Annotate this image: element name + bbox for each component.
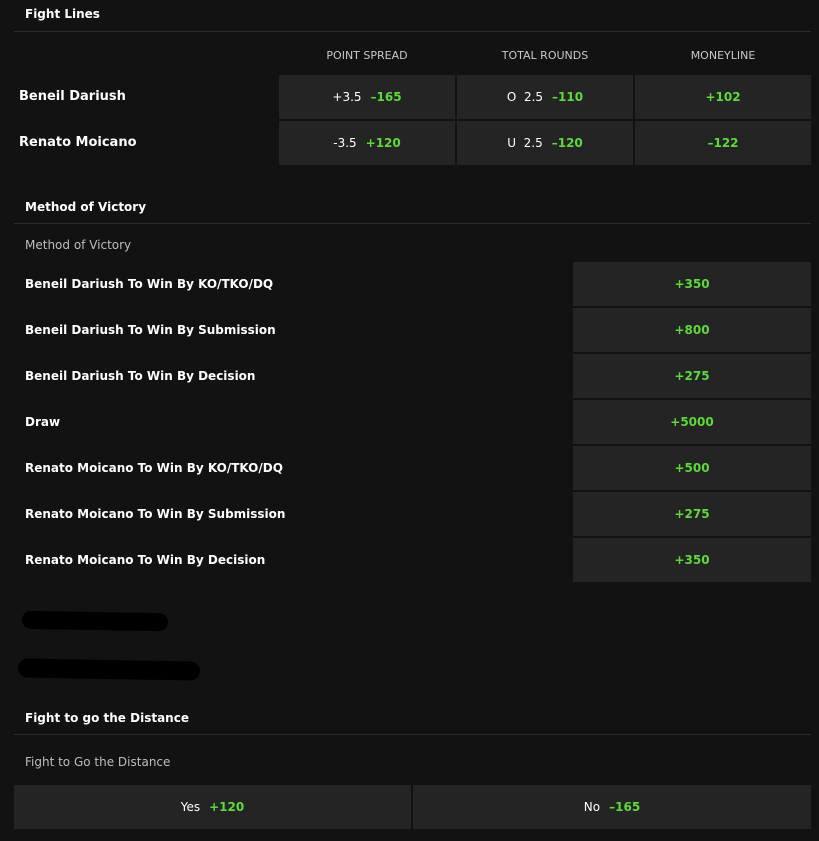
fight-lines-divider <box>14 31 811 32</box>
method-of-victory-divider <box>14 223 811 224</box>
mov-label-5: Renato Moicano To Win By KO/TKO/DQ <box>25 461 283 475</box>
moneyline-odds: –122 <box>707 136 739 150</box>
mov-odds-button-1[interactable]: +350 <box>573 262 811 306</box>
distance-option-label: Yes <box>180 800 201 814</box>
moneyline-button-row-2[interactable]: –122 <box>635 121 811 165</box>
mov-odds-button-7[interactable]: +350 <box>573 538 811 582</box>
fighter-name-row-2: Renato Moicano <box>19 135 137 150</box>
point-spread-button-row-2[interactable]: -3.5 +120 <box>279 121 455 165</box>
mov-odds-button-5[interactable]: +500 <box>573 446 811 490</box>
total-rounds-button-row-1[interactable]: O 2.5 –110 <box>457 75 633 119</box>
total-rounds-button-row-2[interactable]: U 2.5 –120 <box>457 121 633 165</box>
mov-odds: +275 <box>674 507 710 521</box>
mov-odds-button-6[interactable]: +275 <box>573 492 811 536</box>
column-header-moneyline: MONEYLINE <box>690 49 756 62</box>
total-odds: –110 <box>552 90 584 104</box>
method-of-victory-subtitle: Method of Victory <box>25 238 132 252</box>
method-of-victory-title: Method of Victory <box>25 200 147 214</box>
total-odds: –120 <box>551 136 583 150</box>
distance-no-button[interactable]: No –165 <box>413 785 811 829</box>
mov-odds: +275 <box>674 369 710 383</box>
mov-odds-button-2[interactable]: +800 <box>573 308 811 352</box>
distance-option-odds: –165 <box>609 800 641 814</box>
mov-label-1: Beneil Dariush To Win By KO/TKO/DQ <box>25 277 274 291</box>
mov-label-7: Renato Moicano To Win By Decision <box>25 553 266 567</box>
point-spread-button-row-1[interactable]: +3.5 –165 <box>279 75 455 119</box>
mov-odds: +350 <box>674 277 710 291</box>
mov-odds-button-3[interactable]: +275 <box>573 354 811 398</box>
column-header-point-spread: POINT SPREAD <box>326 49 408 62</box>
distance-divider <box>14 734 811 735</box>
spread-odds: –165 <box>370 90 402 104</box>
mov-label-3: Beneil Dariush To Win By Decision <box>25 369 256 383</box>
mov-odds-button-4[interactable]: +5000 <box>573 400 811 444</box>
mov-odds: +350 <box>674 553 710 567</box>
mov-odds: +5000 <box>670 415 714 429</box>
redaction-mark-2 <box>17 658 201 681</box>
mov-odds: +800 <box>674 323 710 337</box>
total-line: O 2.5 <box>506 90 544 104</box>
spread-line: +3.5 <box>332 90 362 104</box>
redaction-mark-1 <box>21 610 169 632</box>
fight-lines-title: Fight Lines <box>25 7 100 21</box>
distance-title: Fight to go the Distance <box>25 711 189 725</box>
total-line: U 2.5 <box>507 136 543 150</box>
spread-odds: +120 <box>365 136 401 150</box>
distance-option-label: No <box>583 800 601 814</box>
moneyline-button-row-1[interactable]: +102 <box>635 75 811 119</box>
fighter-name-row-1: Beneil Dariush <box>19 89 126 104</box>
moneyline-odds: +102 <box>705 90 741 104</box>
spread-line: -3.5 <box>333 136 357 150</box>
distance-option-odds: +120 <box>209 800 245 814</box>
distance-yes-button[interactable]: Yes +120 <box>14 785 411 829</box>
mov-odds: +500 <box>674 461 710 475</box>
mov-label-2: Beneil Dariush To Win By Submission <box>25 323 276 337</box>
column-header-total-rounds: TOTAL ROUNDS <box>501 49 589 62</box>
distance-subtitle: Fight to Go the Distance <box>25 755 171 769</box>
mov-label-4: Draw <box>25 415 61 429</box>
mov-label-6: Renato Moicano To Win By Submission <box>25 507 286 521</box>
